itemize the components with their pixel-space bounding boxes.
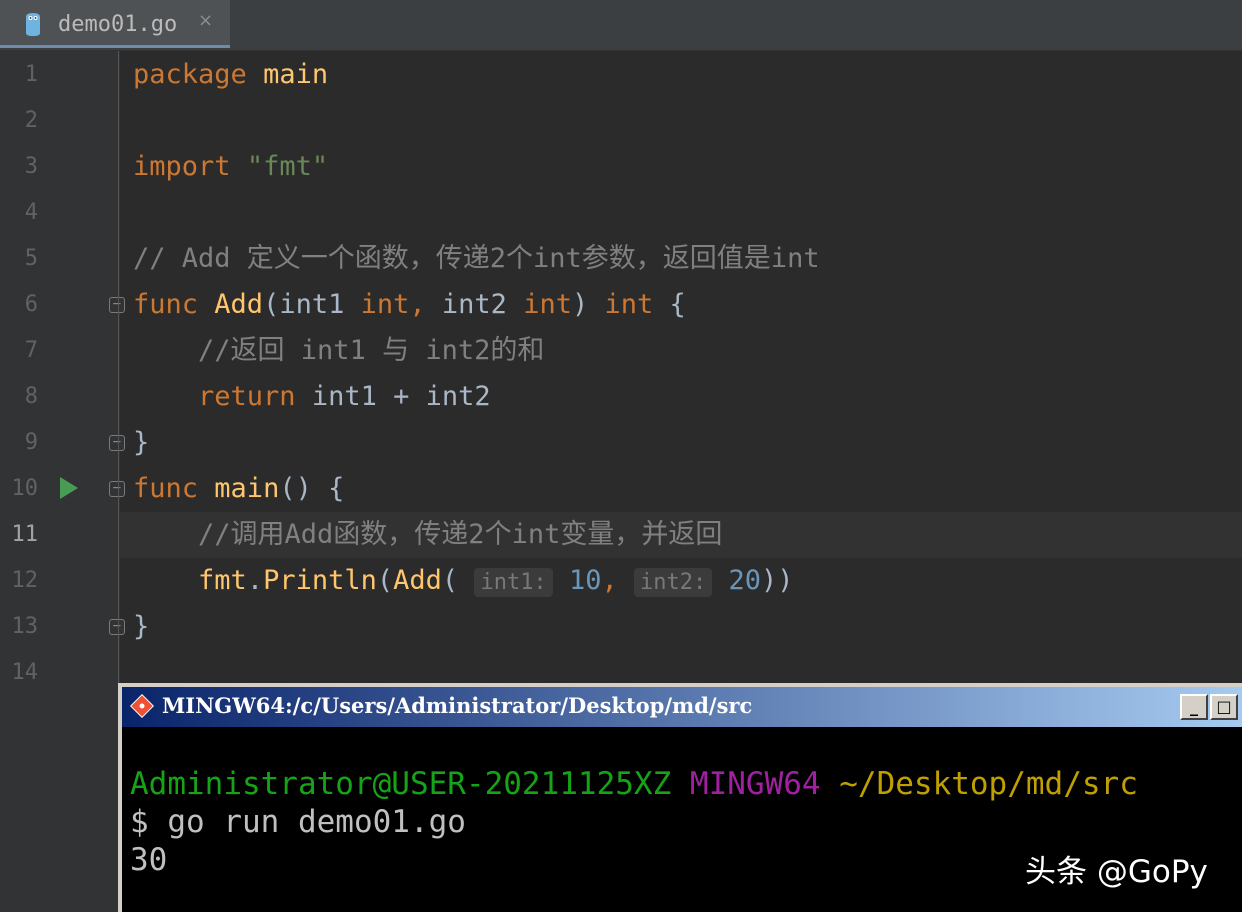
expression: int1 + int2 [295,381,491,412]
prompt-system: MINGW64 [689,766,821,802]
go-file-icon [26,13,40,36]
string-literal: "fmt" [246,151,329,182]
code-editor[interactable]: package main import "fmt" // Add 定义一个函数，… [133,52,1233,650]
editor-gutter: 1 2 3 4 5 6 7 8 9 10 11 12 13 14 − − − − [0,51,125,912]
tab-demo01-go[interactable]: demo01.go × [0,0,230,48]
command-output: 30 [130,842,168,878]
git-bash-icon [130,694,154,718]
line-number: 1 [24,62,38,87]
code-line-7[interactable]: //返回 int1 与 int2的和 [133,328,1233,374]
code-line-12[interactable]: fmt.Println(Add( int1: 10, int2: 20)) [133,558,1233,604]
terminal-title-bar[interactable]: MINGW64:/c/Users/Administrator/Desktop/m… [122,687,1242,727]
maximize-button[interactable]: □ [1210,694,1238,720]
code-line-6[interactable]: func Add(int1 int, int2 int) int { [133,282,1233,328]
comment: //返回 int1 与 int2的和 [198,335,545,366]
line-number: 3 [24,154,38,179]
editor-tab-bar: demo01.go × [0,0,1242,51]
line-number: 12 [11,568,39,593]
run-icon[interactable] [60,477,78,499]
command-line: $ go run demo01.go [130,804,466,840]
line-number: 8 [24,384,38,409]
line-number: 10 [11,476,39,501]
keyword: return [198,381,296,412]
line-number: 9 [24,430,38,455]
prompt-user: Administrator@USER-20211125XZ [130,766,672,802]
prompt-path: ~/Desktop/md/src [839,766,1138,802]
line-number: 13 [11,614,39,639]
code-line-11[interactable]: //调用Add函数，传递2个int变量，并返回 [133,512,1233,558]
keyword: func [133,289,199,320]
keyword: package [133,59,247,90]
parameter-hint: int2: [634,568,713,597]
fold-icon[interactable]: − [109,481,125,497]
number-literal: 10 [568,565,602,596]
function-call: Println [263,565,377,596]
code-line-9[interactable]: } [133,420,1233,466]
code-line-3[interactable]: import "fmt" [133,144,1233,190]
line-number: 2 [24,108,38,133]
close-tab-icon[interactable]: × [198,10,213,31]
code-line-8[interactable]: return int1 + int2 [133,374,1233,420]
keyword: import [133,151,231,182]
function-name: main [214,473,280,504]
terminal-title: MINGW64:/c/Users/Administrator/Desktop/m… [162,693,753,718]
code-line-5[interactable]: // Add 定义一个函数，传递2个int参数，返回值是int [133,236,1233,282]
line-number: 5 [24,246,38,271]
function-call: Add [393,565,442,596]
signature: () { [279,473,345,504]
code-line-1[interactable]: package main [133,52,1233,98]
code-line-2[interactable] [133,98,1233,144]
watermark: 头条 @GoPy [1025,854,1208,890]
dot: . [246,565,264,596]
code-line-10[interactable]: func main() { [133,466,1233,512]
brace: { [653,289,686,320]
fold-icon[interactable]: − [109,619,125,635]
paren: ) [571,289,605,320]
line-number: 14 [11,660,39,685]
param: int2 [425,289,524,320]
tab-label: demo01.go [58,12,178,37]
return-type: int [604,289,654,320]
code-line-4[interactable] [133,190,1233,236]
minimize-button[interactable]: _ [1180,694,1208,720]
paren: ( [376,565,394,596]
keyword: func [133,473,199,504]
terminal-output[interactable]: Administrator@USER-20211125XZ MINGW64 ~/… [130,765,1138,879]
fold-icon[interactable]: − [109,297,125,313]
brace: } [133,611,150,642]
type: int [523,289,572,320]
paren: )) [761,565,794,596]
line-number-current: 11 [11,522,39,547]
comment: // Add 定义一个函数，传递2个int参数，返回值是int [133,243,820,274]
brace: } [133,427,150,458]
param: (int1 [263,289,361,320]
line-number: 4 [24,200,38,225]
paren: ( [441,565,459,596]
comment: //调用Add函数，传递2个int变量，并返回 [198,519,723,550]
function-name: Add [214,289,264,320]
parameter-hint: int1: [474,568,553,597]
line-number: 7 [24,338,38,363]
comma: , [601,565,618,596]
fold-icon[interactable]: − [109,435,125,451]
type: int, [360,289,426,320]
package-ref: fmt [198,565,247,596]
line-number: 6 [24,292,38,317]
number-literal: 20 [728,565,762,596]
package-name: main [263,59,329,90]
code-line-13[interactable]: } [133,604,1233,650]
